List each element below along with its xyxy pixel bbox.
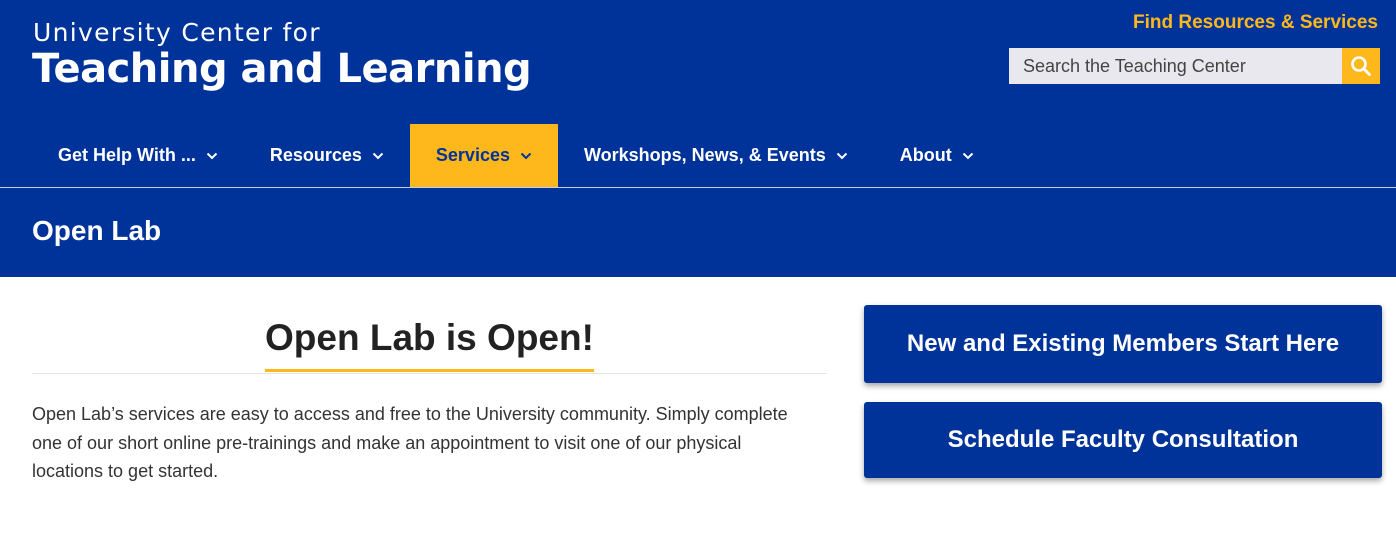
search-input[interactable] (1009, 48, 1342, 84)
page-title: Open Lab (32, 215, 162, 246)
chevron-down-icon (206, 152, 218, 160)
search-icon (1350, 55, 1372, 77)
nav-item-about[interactable]: About (874, 124, 1000, 187)
members-start-button[interactable]: New and Existing Members Start Here (864, 305, 1382, 383)
site-title-top[interactable]: University Center for (33, 18, 321, 47)
section-heading-container: Open Lab is Open! (32, 317, 827, 374)
nav-item-workshops[interactable]: Workshops, News, & Events (558, 124, 874, 187)
chevron-down-icon (372, 152, 384, 160)
nav-item-resources[interactable]: Resources (244, 124, 410, 187)
nav-item-label: Services (435, 145, 510, 165)
nav-item-label: Resources (269, 145, 362, 165)
nav-item-services[interactable]: Services (409, 124, 558, 187)
nav-item-label: About (899, 145, 952, 165)
nav-item-label: Get Help With ... (58, 145, 196, 165)
chevron-down-icon (836, 152, 848, 160)
chevron-down-icon (520, 152, 532, 160)
schedule-consultation-button[interactable]: Schedule Faculty Consultation (864, 402, 1382, 478)
chevron-down-icon (962, 152, 974, 160)
search-button[interactable] (1342, 48, 1380, 84)
page-title-bar (0, 188, 1396, 277)
search-form (1009, 48, 1380, 84)
section-heading: Open Lab is Open! (265, 317, 594, 372)
find-resources-link[interactable]: Find Resources & Services (1133, 12, 1378, 34)
intro-paragraph: Open Lab’s services are easy to access a… (32, 404, 788, 481)
nav-item-label: Workshops, News, & Events (583, 145, 826, 165)
site-header: University Center for Teaching and Learn… (0, 0, 1396, 187)
main-nav: Get Help With ... Resources Services Wor… (32, 124, 1000, 187)
nav-item-get-help[interactable]: Get Help With ... (32, 124, 244, 187)
site-title-main[interactable]: Teaching and Learning (32, 46, 532, 92)
